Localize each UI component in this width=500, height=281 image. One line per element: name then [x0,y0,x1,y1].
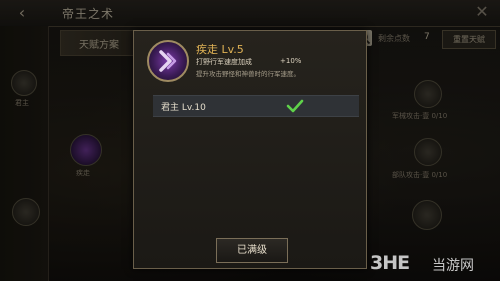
watermark-text: 当游网 [432,258,474,274]
site-watermark: 3HE 当游网 [370,252,498,276]
requirement-label: 君主 Lv.10 [161,103,206,113]
skill-title: 疾走 Lv.5 [196,43,244,56]
watermark-logo: 3HE [370,252,410,274]
max-level-button[interactable]: 已满级 [216,238,288,263]
skill-description: 提升攻击野怪和神兽时的行军速度。 [196,70,300,78]
skill-effect-value: +10% [280,57,302,65]
skill-detail-modal: 疾走 Lv.5 打野行军速度加成 +10% 提升攻击野怪和神兽时的行军速度。 君… [133,30,367,269]
check-icon [286,99,304,113]
sprint-arrows-icon [147,40,189,82]
requirement-row: 君主 Lv.10 [153,95,359,117]
skill-effect-label: 打野行军速度加成 [196,58,252,66]
